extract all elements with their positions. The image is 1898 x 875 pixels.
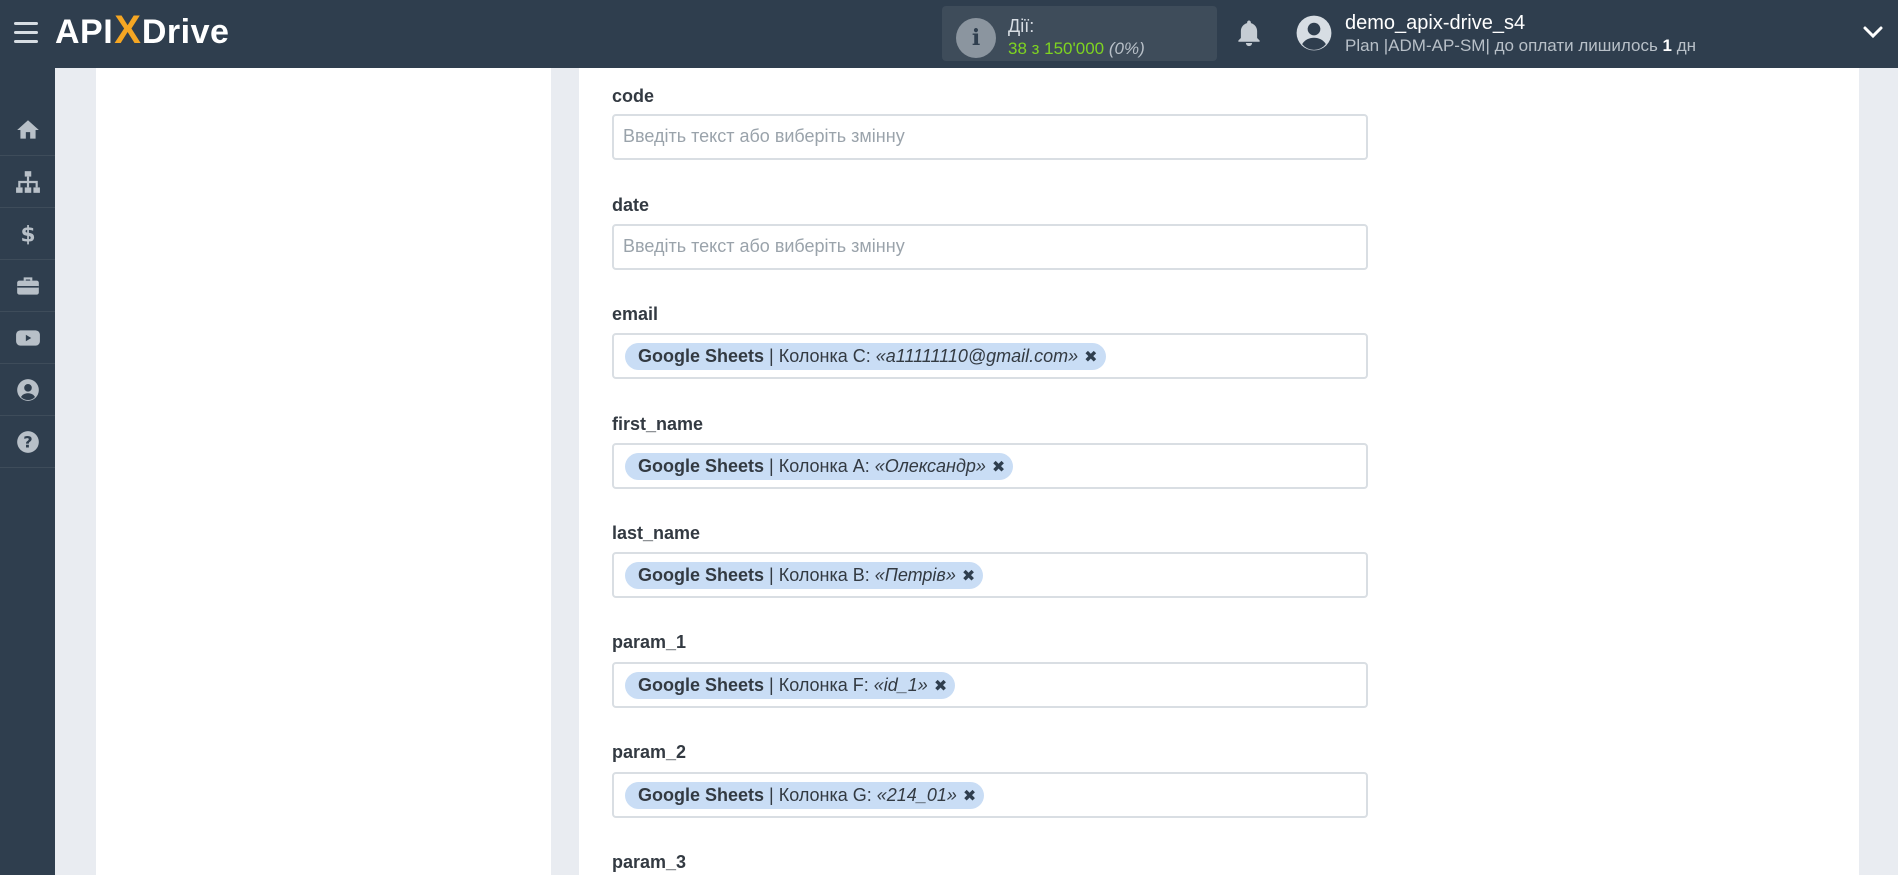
field-label-email: email [612,304,659,324]
remove-icon[interactable]: ✖ [1084,347,1097,367]
user-name[interactable]: demo_apix-drive_s4 [1345,12,1525,35]
chevron-down-icon[interactable] [1862,24,1884,40]
field-label-param-2: param_2 [612,742,687,762]
field-input-param-2[interactable]: Google Sheets | Колонка G: «214_01» ✖ [612,772,1368,818]
nav-connections[interactable] [0,156,55,208]
chip-value: «Олександр» [874,456,986,476]
field-mapping-form: code Введіть текст або виберіть змінну d… [579,68,1859,875]
nav-services[interactable] [0,260,55,312]
variable-chip[interactable]: Google Sheets | Колонка B: «Петрів» ✖ [625,562,984,589]
sitemap-icon [15,170,40,193]
chip-value: «Петрів» [874,565,956,585]
left-nav: $ ? [0,68,55,875]
chip-source: Google Sheets [638,346,765,366]
chip-source: Google Sheets [638,565,765,585]
apixdrive-logo[interactable]: API X Drive [55,7,230,54]
chip-source: Google Sheets [638,675,765,695]
user-circle-icon [16,378,39,401]
field-input-code[interactable]: Введіть текст або виберіть змінну [612,114,1368,160]
chip-separator: | [769,785,774,805]
actions-count-percent: (0%) [1108,39,1145,58]
variable-chip[interactable]: Google Sheets | Колонка C: «a11111110@gmail… [625,343,1106,370]
actions-counter[interactable]: i Дії: 38 з 150'000 (0%) [942,6,1217,61]
chip-column: Колонка A: [778,456,870,476]
field-label-first-name: first_name [612,414,704,434]
chip-separator: | [769,675,774,695]
chip-column: Колонка C: [778,346,871,366]
chip-separator: | [769,346,774,366]
field-label-code: code [612,86,655,106]
plan-suffix: дн [1672,36,1697,55]
field-label-date: date [612,195,650,215]
top-bar: API X Drive i Дії: 38 з 150'000 (0%) dem… [0,0,1898,68]
chip-column: Колонка F: [778,675,869,695]
field-input-param-1[interactable]: Google Sheets | Колонка F: «id_1» ✖ [612,662,1368,708]
chip-value: «a11111110@gmail.com» [875,346,1079,366]
field-label-param-3: param_3 [612,852,687,872]
chip-source: Google Sheets [638,456,765,476]
question-circle-icon: ? [16,430,39,453]
home-icon [16,119,39,139]
variable-chip[interactable]: Google Sheets | Колонка A: «Олександр» ✖ [625,453,1014,480]
field-input-last-name[interactable]: Google Sheets | Колонка B: «Петрів» ✖ [612,552,1368,598]
variable-chip[interactable]: Google Sheets | Колонка G: «214_01» ✖ [625,782,985,809]
nav-billing[interactable]: $ [0,208,55,260]
logo-api-text: API [55,12,114,51]
chip-column: Колонка B: [778,565,870,585]
info-icon: i [956,18,996,58]
briefcase-icon [16,276,39,295]
field-placeholder: Введіть текст або виберіть змінну [623,236,905,256]
chip-source: Google Sheets [638,785,765,805]
bell-icon[interactable] [1234,18,1264,48]
actions-label: Дії: [1008,16,1035,36]
logo-drive-text: Drive [141,12,230,51]
avatar-icon[interactable] [1295,14,1333,52]
remove-icon[interactable]: ✖ [963,786,976,806]
chip-value: «id_1» [873,675,928,695]
chip-separator: | [769,456,774,476]
dollar-icon: $ [20,222,35,246]
remove-icon[interactable]: ✖ [934,676,947,696]
remove-icon[interactable]: ✖ [992,457,1005,477]
svg-text:$: $ [20,222,35,246]
svg-text:?: ? [23,432,32,451]
left-panel [96,68,551,875]
plan-prefix: Plan |ADM-AP-SM| до оплати лишилось [1345,36,1663,55]
field-label-param-1: param_1 [612,632,687,652]
field-input-date[interactable]: Введіть текст або виберіть змінну [612,224,1368,270]
field-placeholder: Введіть текст або виберіть змінну [623,126,905,146]
field-input-email[interactable]: Google Sheets | Колонка C: «a11111110@gmail… [612,333,1368,379]
remove-icon[interactable]: ✖ [962,566,975,586]
field-label-last-name: last_name [612,523,701,543]
menu-icon[interactable] [14,22,38,44]
chip-column: Колонка G: [778,785,872,805]
nav-home[interactable] [0,104,55,156]
plan-days: 1 [1662,36,1673,55]
chip-separator: | [769,565,774,585]
actions-count-value: 38 з 150'000 [1008,39,1105,58]
youtube-icon [15,329,40,346]
actions-count: 38 з 150'000 (0%) [1008,39,1145,59]
nav-profile[interactable] [0,364,55,416]
nav-help[interactable]: ? [0,416,55,468]
field-input-first-name[interactable]: Google Sheets | Колонка A: «Олександр» ✖ [612,443,1368,489]
nav-video[interactable] [0,312,55,364]
logo-x-text: X [114,7,141,52]
variable-chip[interactable]: Google Sheets | Колонка F: «id_1» ✖ [625,672,956,699]
chip-value: «214_01» [876,785,957,805]
user-plan: Plan |ADM-AP-SM| до оплати лишилось 1 дн [1345,36,1696,56]
